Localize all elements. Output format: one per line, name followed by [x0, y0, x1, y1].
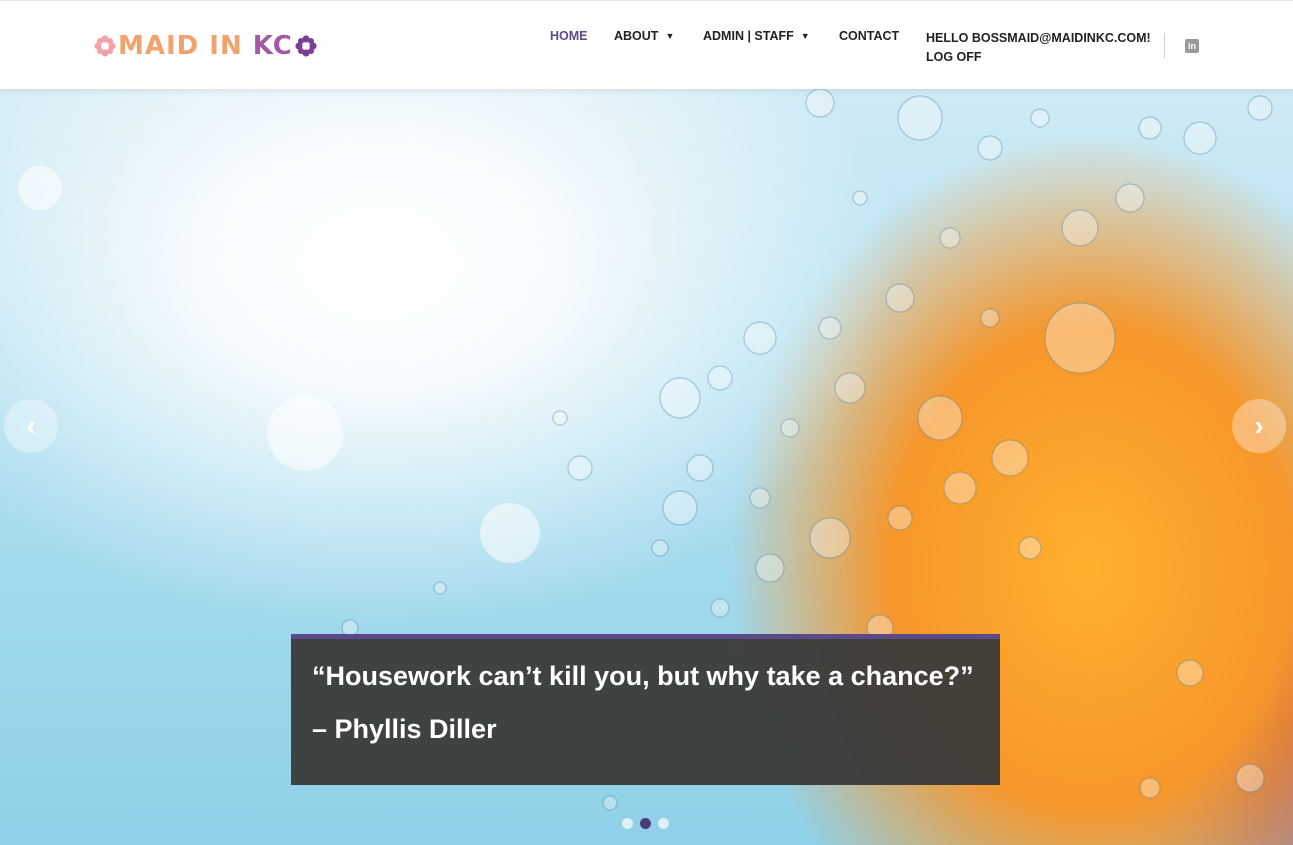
slider-dot[interactable] [622, 818, 633, 829]
log-off-link[interactable]: LOG OFF [926, 48, 982, 67]
nav-admin-staff[interactable]: ADMIN | STAFF ▼ [703, 29, 810, 43]
slide-quote-author: – Phyllis Diller [312, 714, 497, 744]
nav-about[interactable]: ABOUT ▼ [614, 29, 674, 43]
nav-about-label: ABOUT [614, 29, 659, 43]
nav-home[interactable]: HOME [550, 29, 588, 43]
nav-home-label: HOME [550, 29, 588, 43]
nav-contact-label: CONTACT [839, 29, 900, 43]
header-divider [1164, 33, 1165, 58]
hero-slider: ‹ › “Housework can’t kill you, but why t… [0, 88, 1293, 845]
logo-text-kc: KC [252, 31, 293, 61]
chevron-down-icon: ▼ [665, 31, 675, 41]
site-header: MAID IN KC HOME ABOUT ▼ ADMIN | STAFF ▼ … [0, 0, 1293, 89]
slide-quote: “Housework can’t kill you, but why take … [312, 661, 974, 691]
slider-dot-active[interactable] [640, 818, 651, 829]
user-greeting: HELLO BOSSMAID@MAIDINKC.COM! [926, 31, 1151, 45]
slider-pagination [622, 818, 669, 829]
site-logo[interactable]: MAID IN KC [94, 28, 317, 64]
logo-text-maid-in: MAID IN [118, 31, 243, 61]
slider-next-button[interactable]: › [1232, 399, 1286, 453]
flower-icon [295, 35, 317, 57]
chevron-left-icon: ‹ [26, 410, 36, 441]
linkedin-icon[interactable]: in [1185, 39, 1199, 53]
chevron-right-icon: › [1254, 410, 1264, 441]
slider-prev-button[interactable]: ‹ [4, 399, 58, 453]
chevron-down-icon: ▼ [800, 31, 810, 41]
nav-admin-staff-label: ADMIN | STAFF [703, 29, 794, 43]
nav-contact[interactable]: CONTACT [839, 29, 899, 43]
flower-icon [94, 35, 116, 57]
slide-caption: “Housework can’t kill you, but why take … [291, 634, 1000, 785]
slider-dot[interactable] [658, 818, 669, 829]
nav-user-menu: HELLO BOSSMAID@MAIDINKC.COM! LOG OFF [926, 29, 1151, 67]
